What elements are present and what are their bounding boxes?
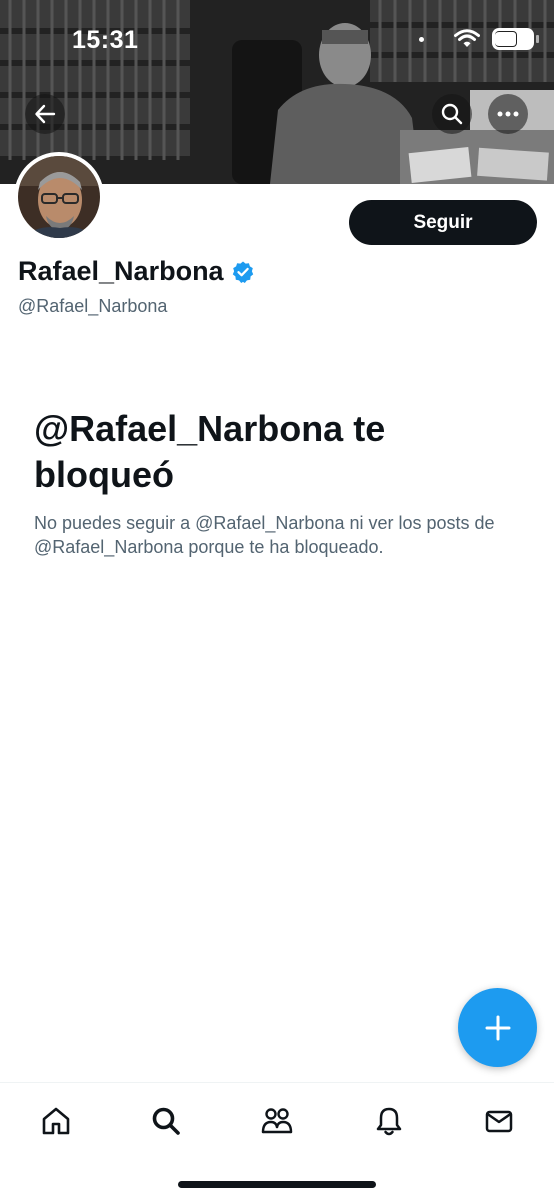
nav-search[interactable] [144, 1099, 188, 1143]
more-icon [497, 111, 519, 117]
nav-notifications[interactable] [367, 1099, 411, 1143]
follow-button[interactable]: Seguir [349, 200, 537, 245]
nav-communities[interactable] [255, 1099, 299, 1143]
home-icon [42, 1107, 70, 1135]
display-name: Rafael_Narbona [18, 256, 255, 287]
profile-banner[interactable]: 15:31 [0, 0, 554, 184]
status-time: 15:31 [72, 26, 139, 54]
avatar-image [18, 156, 100, 238]
bell-icon [376, 1107, 402, 1136]
nav-messages[interactable] [477, 1099, 521, 1143]
arrow-left-icon [35, 104, 56, 124]
profile-handle: @Rafael_Narbona [18, 296, 168, 316]
search-button[interactable] [432, 94, 472, 134]
more-button[interactable] [488, 94, 528, 134]
blocked-title: @Rafael_Narbona te bloqueó [34, 408, 386, 495]
display-name-text: Rafael_Narbona [18, 256, 224, 286]
communities-icon [261, 1108, 293, 1134]
search-icon [441, 103, 463, 125]
compose-post-button[interactable] [458, 988, 537, 1067]
signal-icon [419, 36, 424, 42]
wifi-icon [454, 29, 480, 47]
blocked-message: No puedes seguir a @Rafael_Narbona ni ve… [34, 513, 495, 557]
avatar[interactable] [14, 152, 104, 242]
back-button[interactable] [25, 94, 65, 134]
search-icon [152, 1107, 180, 1135]
mail-icon [485, 1110, 513, 1133]
plus-icon [485, 1015, 510, 1040]
status-icons [419, 28, 539, 50]
verified-badge-icon[interactable] [231, 260, 255, 284]
home-indicator[interactable] [178, 1181, 376, 1188]
nav-home[interactable] [34, 1099, 78, 1143]
battery-icon [492, 28, 539, 50]
